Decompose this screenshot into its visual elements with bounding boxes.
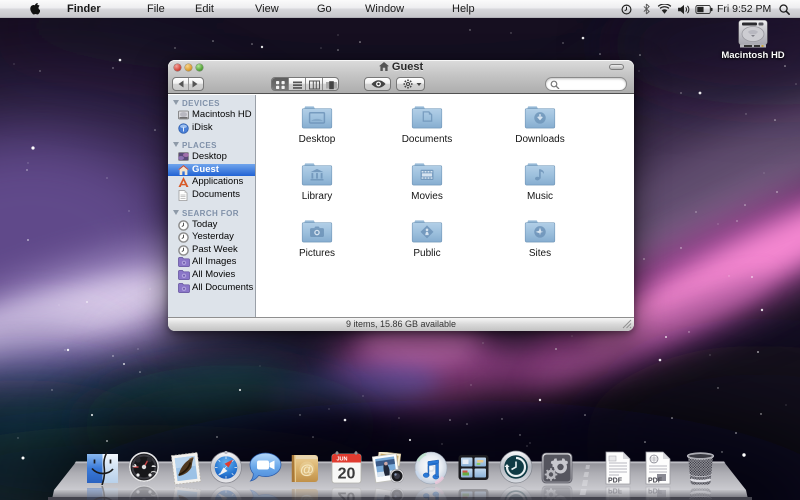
svg-text:20: 20 [338,466,356,483]
svg-text:@: @ [300,461,314,477]
svg-text:JUN: JUN [336,457,347,463]
svg-text:PDF: PDF [648,478,663,485]
svg-text:PDF: PDF [608,478,623,485]
